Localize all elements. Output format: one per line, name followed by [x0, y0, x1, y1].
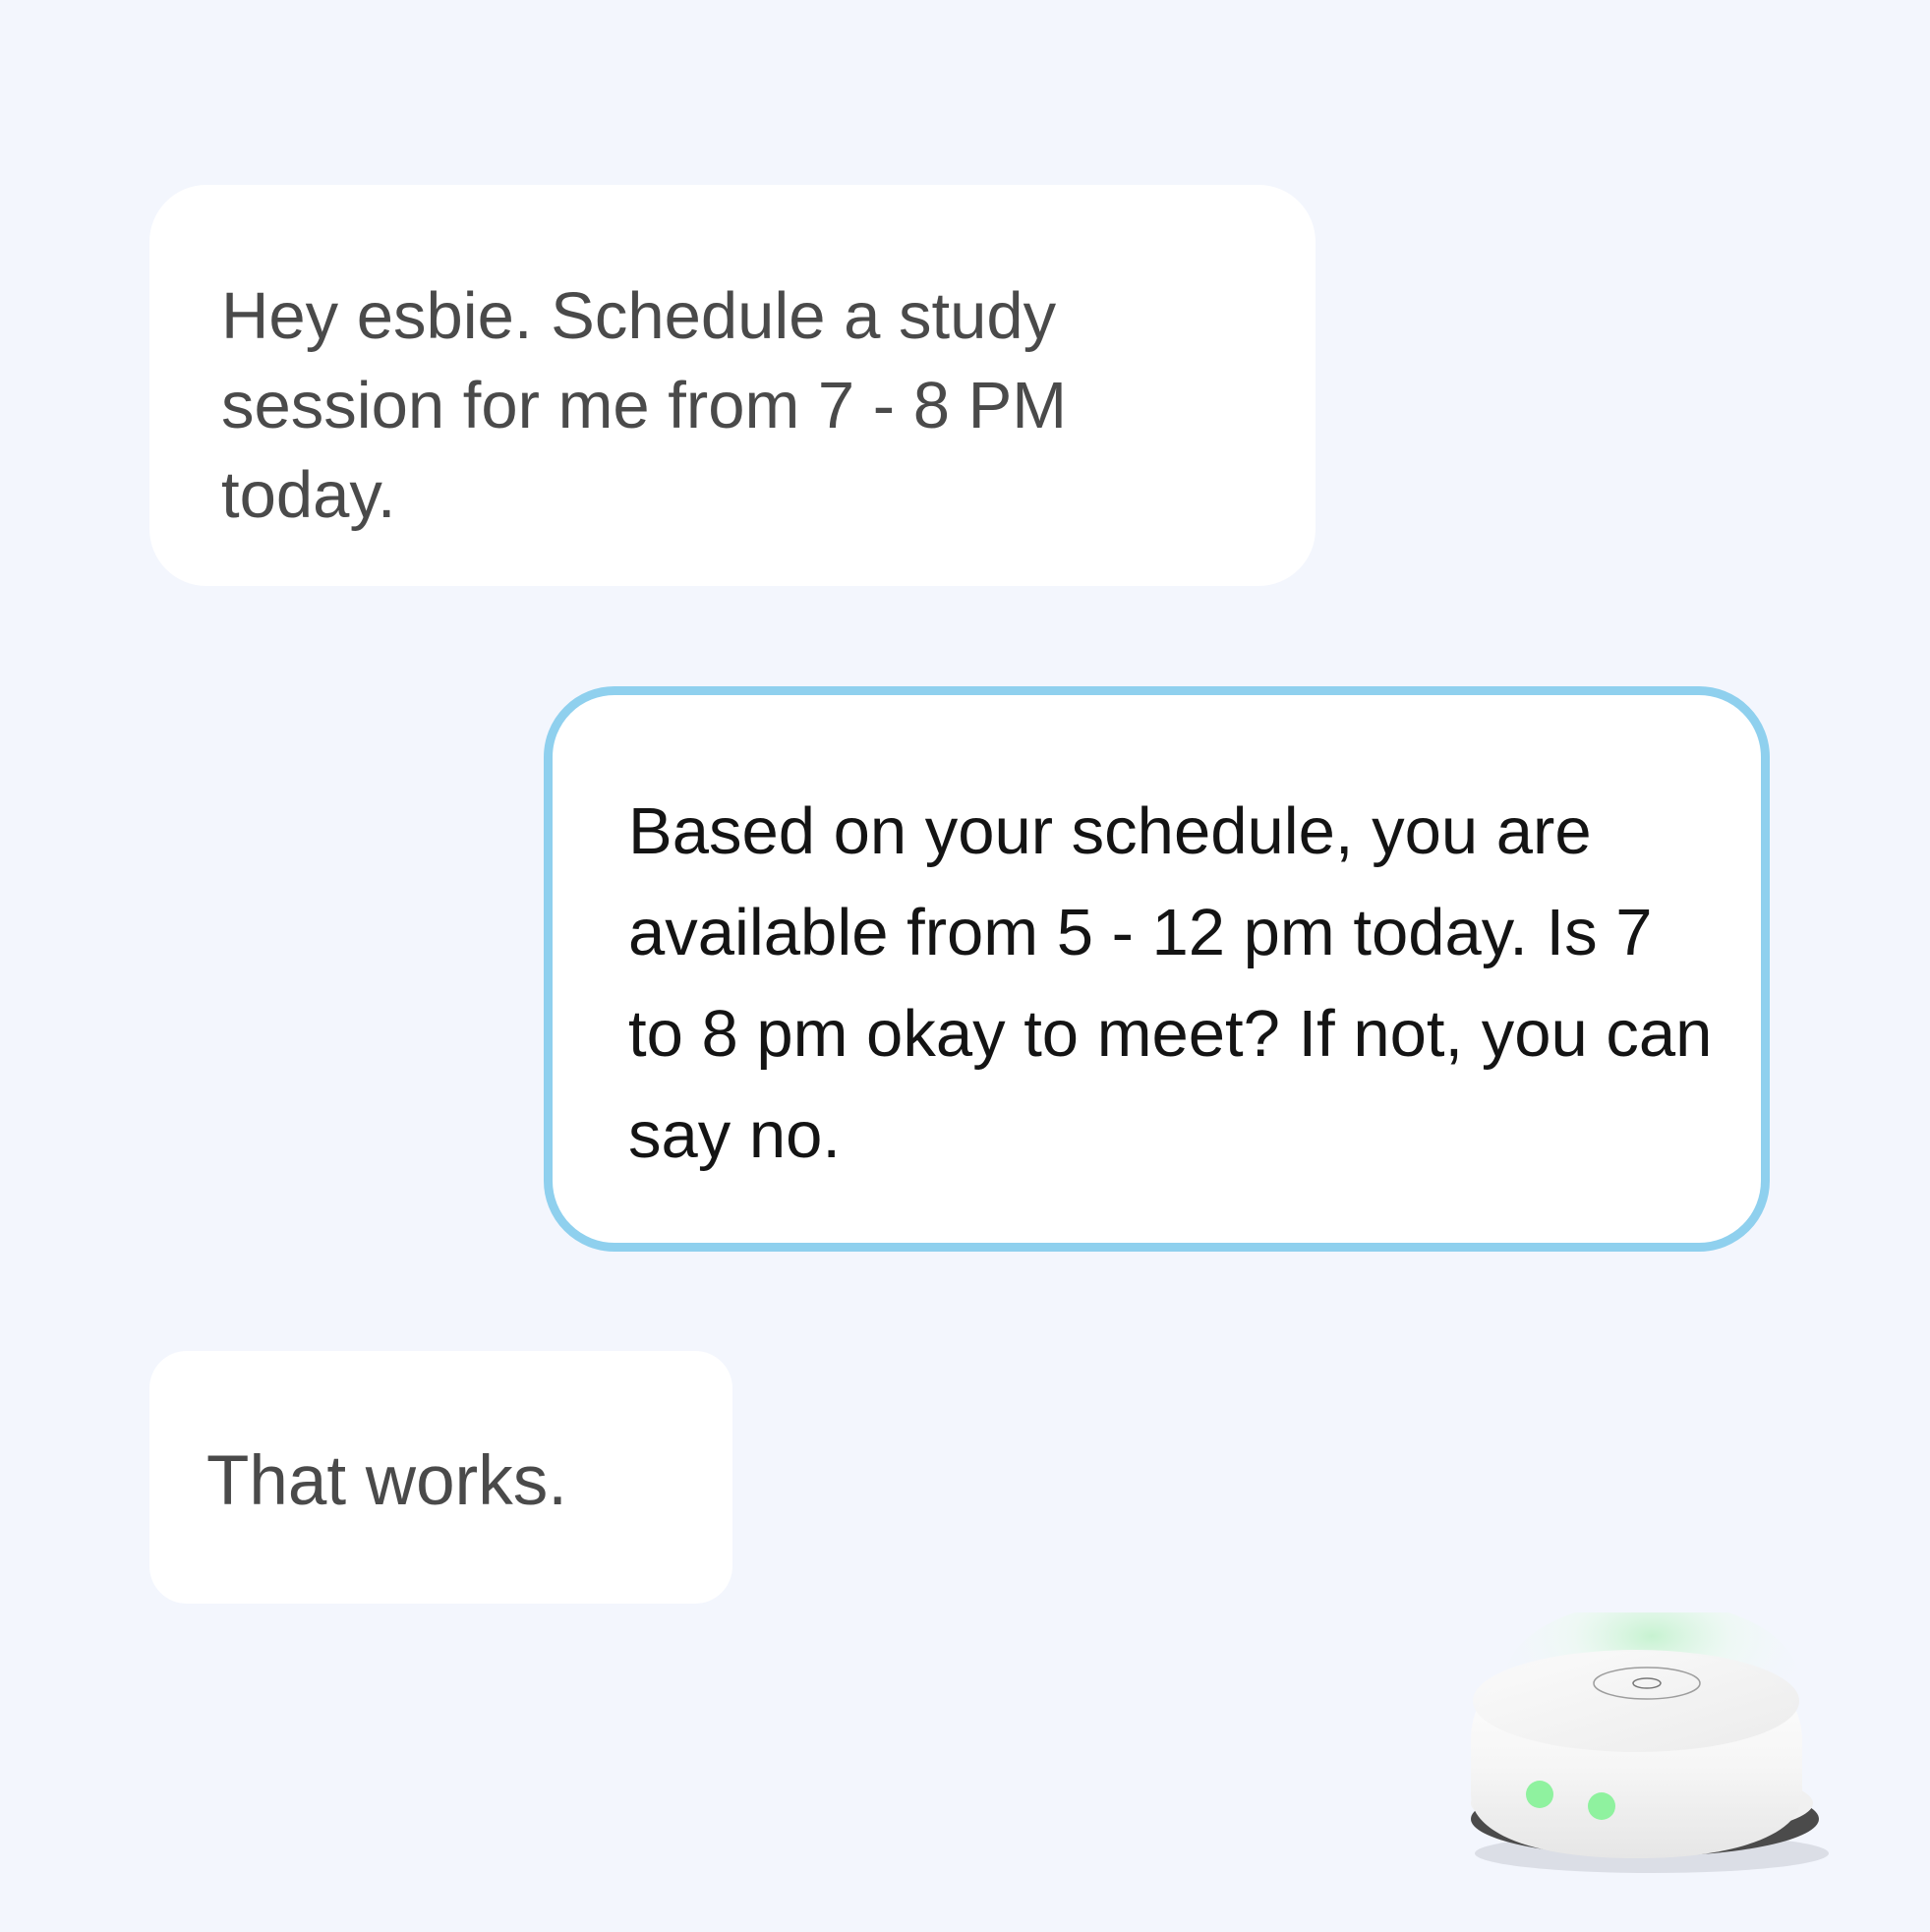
- device-indicator-light: [1526, 1781, 1553, 1808]
- assistant-message-text: Based on your schedule, you are availabl…: [628, 794, 1713, 1172]
- user-message-bubble: Hey esbie. Schedule a study session for …: [149, 185, 1316, 586]
- smart-speaker-icon: [1471, 1612, 1829, 1873]
- chat-screen: { "conversation": { "messages": [ { "rol…: [0, 0, 1930, 1932]
- user-message-text: Hey esbie. Schedule a study session for …: [221, 279, 1068, 532]
- device-top: [1473, 1650, 1799, 1752]
- user-reply-text: That works.: [206, 1442, 567, 1520]
- assistant-message-bubble: Based on your schedule, you are availabl…: [544, 686, 1770, 1252]
- user-reply-bubble: That works.: [149, 1351, 732, 1604]
- device-indicator-light: [1588, 1792, 1615, 1820]
